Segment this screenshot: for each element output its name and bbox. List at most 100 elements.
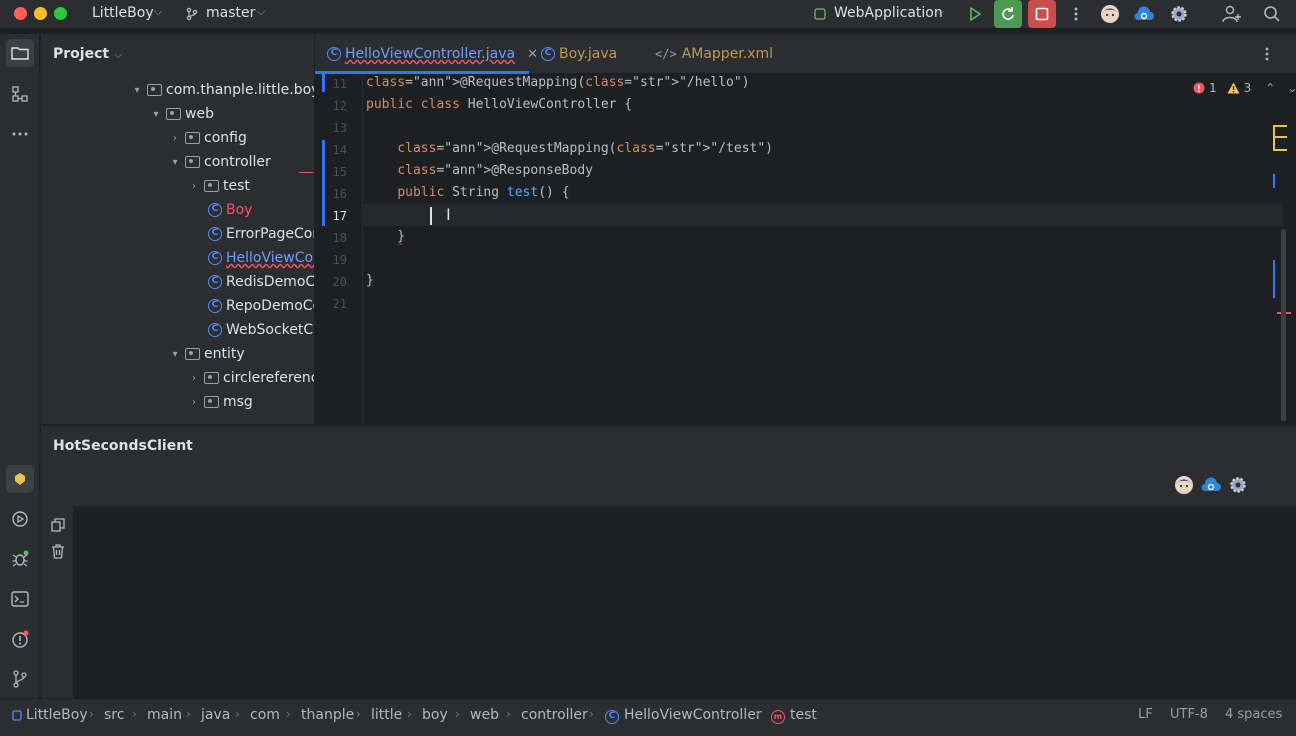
stop-icon[interactable] <box>1028 0 1056 28</box>
cloud-sync-icon[interactable] <box>1132 2 1156 26</box>
services-icon[interactable] <box>6 505 34 533</box>
tab-amapper[interactable]: </> AMapper.xml <box>655 34 773 74</box>
tree-item-package[interactable]: › msg <box>186 390 253 414</box>
cloud-sync-icon[interactable] <box>1200 476 1222 498</box>
vertical-scrollbar[interactable] <box>1281 229 1286 421</box>
hotseconds-tool-window: HotSecondsClient <box>41 425 1296 699</box>
tree-item-class[interactable]: C Boy <box>208 198 252 222</box>
more-actions-icon[interactable] <box>1064 2 1088 26</box>
encoding-widget[interactable]: UTF-8 <box>1170 707 1208 722</box>
class-icon: C <box>327 47 341 61</box>
run-icon[interactable] <box>963 2 987 26</box>
git-icon[interactable] <box>6 665 34 693</box>
line-gutter: 11 12 13 14 15 16 17 18 19 20 21 <box>315 74 363 424</box>
project-panel-header[interactable]: Project ⌵ <box>53 46 122 62</box>
debug-icon[interactable] <box>6 545 34 573</box>
zoom-window-button[interactable] <box>54 7 67 20</box>
tab-options-icon[interactable] <box>1265 34 1269 74</box>
tree-item-label: web <box>185 106 214 122</box>
line-separator-widget[interactable]: LF <box>1138 707 1153 722</box>
package-icon <box>166 108 181 120</box>
tree-item-class[interactable]: C RepoDemoCor <box>208 294 314 318</box>
minimize-window-button[interactable] <box>34 7 47 20</box>
breadcrumb-item[interactable]: web <box>470 707 499 723</box>
error-mark: ˜ <box>398 243 403 254</box>
indent-widget[interactable]: 4 spaces <box>1225 707 1282 722</box>
class-icon: C <box>208 275 222 289</box>
more-tools-icon[interactable] <box>6 120 34 148</box>
breadcrumb-item[interactable]: boy <box>422 707 448 723</box>
terminal-icon[interactable] <box>6 585 34 613</box>
add-user-icon[interactable] <box>1220 2 1244 26</box>
tree-item-package[interactable]: › test <box>186 174 250 198</box>
breadcrumb-item[interactable]: controller <box>521 707 588 723</box>
line-number: 14 <box>332 143 347 157</box>
tree-item-class[interactable]: C RedisDemoCo <box>208 270 314 294</box>
class-icon: C <box>208 227 222 241</box>
tab-label: AMapper.xml <box>681 46 774 62</box>
package-icon <box>185 132 200 144</box>
breadcrumb-item[interactable]: HelloViewController <box>624 707 762 723</box>
close-window-button[interactable] <box>14 7 27 20</box>
breadcrumb-item[interactable]: main <box>147 707 182 723</box>
branch-switcher[interactable]: master <box>206 5 255 21</box>
chevron-right-icon: › <box>356 707 361 721</box>
tree-item-package[interactable]: ▾ entity <box>167 342 244 366</box>
breadcrumb-item[interactable]: src <box>104 707 124 723</box>
code-line: class="ann">@ResponseBody <box>397 163 593 178</box>
error-count: 1 <box>1209 81 1217 95</box>
rerun-icon[interactable] <box>994 0 1022 28</box>
inspection-widget[interactable]: 1 3 ⌃ ⌄ <box>1193 81 1296 95</box>
tree-item-class[interactable]: C HelloViewCont <box>208 246 314 270</box>
avatar-icon[interactable] <box>1098 2 1122 26</box>
hotseconds-icon[interactable] <box>6 465 34 493</box>
tree-item-package[interactable]: › config <box>167 126 247 150</box>
breadcrumb-item[interactable]: test <box>790 707 817 723</box>
breadcrumb-item[interactable]: little <box>371 707 402 723</box>
caret-line-highlight <box>363 204 1283 226</box>
tree-item-package[interactable]: › circlereference <box>186 366 314 390</box>
structure-icon[interactable] <box>6 80 34 108</box>
breadcrumb-item[interactable]: LittleBoy <box>26 707 88 723</box>
avatar-icon[interactable] <box>1174 475 1194 499</box>
problems-icon[interactable] <box>6 625 34 653</box>
run-config-selector[interactable]: WebApplication <box>834 5 943 21</box>
breadcrumb-item[interactable]: com <box>250 707 280 723</box>
tab-boy[interactable]: C Boy.java <box>541 34 617 74</box>
hotseconds-console[interactable] <box>73 506 1296 699</box>
breadcrumb-item[interactable]: thanple <box>301 707 354 723</box>
chevron-right-icon: › <box>132 707 137 721</box>
settings-gear-icon[interactable] <box>1167 2 1191 26</box>
line-number: 18 <box>332 231 347 245</box>
next-highlight-icon[interactable]: ⌄ <box>1287 81 1296 95</box>
trash-icon[interactable] <box>49 542 67 560</box>
search-icon[interactable] <box>1260 2 1284 26</box>
warning-stripe-marker <box>1273 149 1287 151</box>
previous-highlight-icon[interactable]: ⌃ <box>1265 81 1275 95</box>
tree-item-package[interactable]: ▾ controller <box>167 150 270 174</box>
package-icon <box>185 156 200 168</box>
breadcrumb-item[interactable]: java <box>201 707 230 723</box>
chevron-down-icon: ⌵ <box>257 5 266 18</box>
settings-gear-icon[interactable] <box>1228 475 1248 499</box>
warning-stripe-marker <box>1273 125 1275 151</box>
code-editor[interactable]: 11 12 13 14 15 16 17 18 19 20 21 class="… <box>315 74 1296 424</box>
project-switcher[interactable]: LittleBoy <box>92 5 154 21</box>
tree-item-label: config <box>204 130 247 146</box>
code-line: } <box>366 273 374 288</box>
tab-helloviewcontroller[interactable]: C HelloViewController.java ✕ <box>315 34 538 74</box>
tree-item-class[interactable]: C WebSocketCo <box>208 318 314 342</box>
text-caret <box>430 207 432 225</box>
copy-icon[interactable] <box>49 516 67 534</box>
tree-item-package[interactable]: ▾ com.thanple.little.boy <box>129 78 314 102</box>
tree-item-package[interactable]: ▾ web <box>148 102 214 126</box>
title-bar: LittleBoy ⌵ master ⌵ WebApplication ⌵ <box>0 0 1296 28</box>
code-line: public String test() { <box>397 185 570 200</box>
project-folder-icon[interactable] <box>6 39 34 67</box>
tree-item-class[interactable]: C ErrorPageCont <box>208 222 314 246</box>
class-icon: C <box>208 251 222 265</box>
tree-item-label: msg <box>223 394 253 410</box>
chevron-right-icon: › <box>89 707 94 721</box>
close-tab-icon[interactable]: ✕ <box>527 47 538 62</box>
